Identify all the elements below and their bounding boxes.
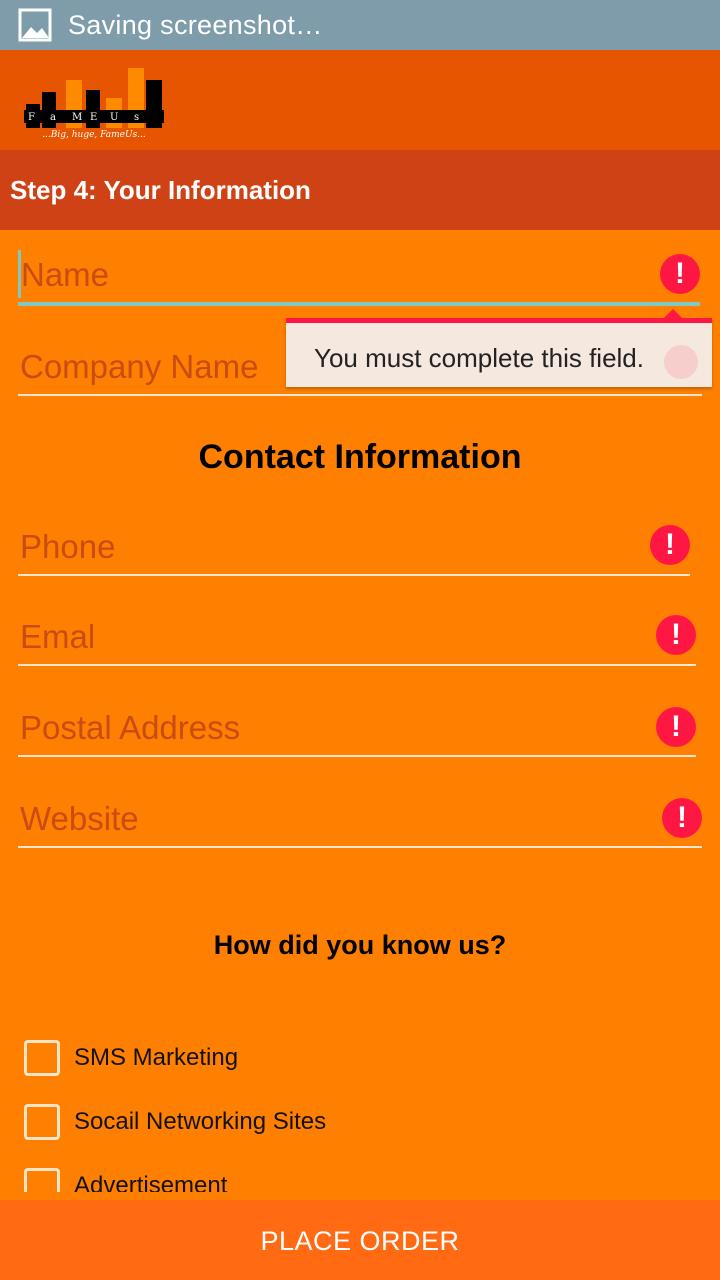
alert-icon[interactable]: !	[650, 525, 690, 565]
postal-address-field[interactable]: Postal Address	[18, 697, 696, 757]
tooltip-arrow	[663, 309, 683, 319]
place-order-button[interactable]: PLACE ORDER	[0, 1200, 720, 1280]
postal-address-placeholder: Postal Address	[20, 709, 241, 746]
scroll-clip: Advertisement	[0, 1160, 720, 1192]
checkbox-label: Advertisement	[74, 1172, 228, 1192]
email-field[interactable]: Emal	[18, 606, 696, 666]
step-header: Step 4: Your Information	[0, 150, 720, 230]
alert-icon[interactable]: !	[656, 707, 696, 747]
logo-letter: a	[50, 112, 56, 123]
alert-icon[interactable]: !	[660, 254, 700, 294]
checkbox-label: SMS Marketing	[74, 1044, 239, 1071]
alert-icon[interactable]: !	[662, 798, 702, 838]
error-tooltip: You must complete this field.	[286, 309, 712, 387]
phone-placeholder: Phone	[20, 528, 116, 565]
checkbox-advertisement[interactable]: Advertisement	[24, 1166, 227, 1192]
logo-letter: M	[72, 112, 82, 123]
name-placeholder: Name	[21, 256, 110, 293]
alert-icon	[664, 345, 698, 379]
error-message: You must complete this field.	[314, 343, 644, 373]
image-icon	[18, 8, 52, 42]
checkbox-label: Socail Networking Sites	[74, 1108, 327, 1135]
name-field[interactable]: Name	[18, 246, 700, 306]
phone-field[interactable]: Phone	[18, 516, 690, 576]
checkbox[interactable]	[24, 1104, 60, 1140]
email-placeholder: Emal	[20, 618, 96, 655]
checkbox-sms-marketing[interactable]: SMS Marketing	[24, 1038, 238, 1078]
logo-letter: E	[90, 112, 97, 123]
company-name-placeholder: Company Name	[20, 348, 259, 385]
status-text: Saving screenshot…	[68, 9, 323, 40]
logo-letter: U	[110, 112, 118, 123]
checkbox[interactable]	[24, 1168, 60, 1192]
logo-letter: s	[134, 112, 139, 123]
contact-information-heading: Contact Information	[198, 438, 522, 476]
step-title: Step 4: Your Information	[10, 174, 311, 205]
app-bar: F a M E U s ...Big, huge, FameUs...	[0, 50, 720, 150]
checkbox-social-networking[interactable]: Socail Networking Sites	[24, 1102, 326, 1142]
logo-tagline: ...Big, huge, FameUs...	[42, 130, 146, 140]
website-field[interactable]: Website	[18, 788, 702, 848]
referral-heading: How did you know us?	[213, 930, 507, 960]
website-placeholder: Website	[20, 800, 139, 837]
fameus-logo: F a M E U s ...Big, huge, FameUs...	[24, 68, 164, 144]
status-bar: Saving screenshot…	[0, 0, 720, 50]
logo-letter: F	[28, 112, 35, 123]
checkbox[interactable]	[24, 1040, 60, 1076]
alert-icon[interactable]: !	[656, 615, 696, 655]
